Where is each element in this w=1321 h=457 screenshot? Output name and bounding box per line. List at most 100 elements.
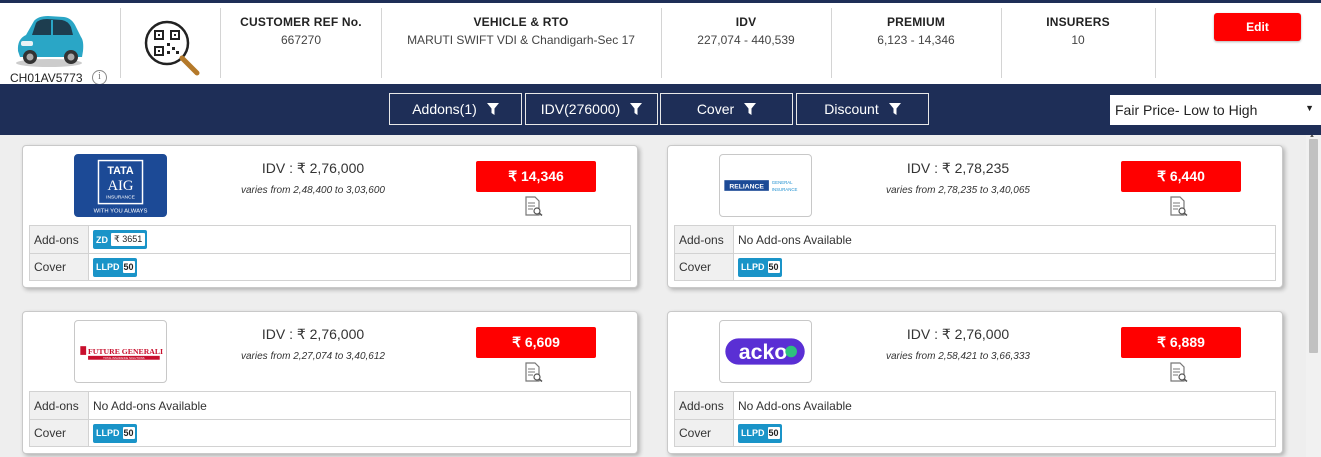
quote-idv: IDV : ₹ 2,76,000 <box>906 326 1010 342</box>
buy-premium-button[interactable]: ₹ 6,609 <box>476 327 596 358</box>
quote-summary-header: CH01AV5773 i CUSTOMER REF No. 667270 VEH… <box>0 3 1321 85</box>
vehicle-card: CH01AV5773 i <box>6 9 114 85</box>
insurers-count: 10 <box>1071 33 1085 47</box>
cover-row: Cover LLPD 50 <box>675 419 1275 446</box>
cover-row-value: LLPD 50 <box>89 254 630 280</box>
addons-row: Add-ons No Add-ons Available <box>675 226 1275 253</box>
quote-card: TATA AIG INSURANCE WITH YOU ALWAYS IDV :… <box>22 145 638 288</box>
logo-text-aig: AIG <box>107 178 133 194</box>
logo-text-insurance: INSURANCE <box>772 187 798 192</box>
filter-icon <box>888 103 901 115</box>
info-icon[interactable]: i <box>92 70 107 85</box>
cover-row: Cover LLPD 50 <box>30 253 630 280</box>
idv-range: 227,074 - 440,539 <box>697 33 795 47</box>
logo-text-future-generali: FUTURE GENERALI <box>88 347 163 356</box>
cover-filter-label: Cover <box>696 101 735 117</box>
buy-premium-button[interactable]: ₹ 6,889 <box>1121 327 1241 358</box>
cover-code: LLPD <box>96 262 120 272</box>
divider <box>1155 8 1156 78</box>
cover-amount: 50 <box>122 427 135 439</box>
cover-tag[interactable]: LLPD 50 <box>738 423 782 443</box>
cover-row-label: Cover <box>675 420 734 446</box>
cover-row: Cover LLPD 50 <box>30 419 630 446</box>
customer-ref-label: CUSTOMER REF No. <box>240 15 362 29</box>
divider <box>120 8 121 78</box>
discount-filter-button[interactable]: Discount <box>796 93 929 125</box>
filter-icon <box>744 103 757 115</box>
cover-tag[interactable]: LLPD 50 <box>93 423 137 443</box>
addons-row: Add-ons No Add-ons Available <box>30 392 630 419</box>
quote-details-table: Add-ons ZD ₹ 3651 Cover LLPD 50 <box>29 225 631 281</box>
idv-column: IDV 227,074 - 440,539 <box>662 15 830 47</box>
cover-code: LLPD <box>741 428 765 438</box>
addons-row: Add-ons No Add-ons Available <box>675 392 1275 419</box>
addons-filter-button[interactable]: Addons(1) <box>389 93 522 125</box>
cover-row-value: LLPD 50 <box>734 254 1275 280</box>
logo-text-tagline: WITH YOU ALWAYS <box>94 208 148 214</box>
customer-ref-value: 667270 <box>280 33 322 47</box>
reliance-logo: RELIANCE GENERAL INSURANCE <box>719 154 812 217</box>
registration-number: CH01AV5773 <box>10 71 83 85</box>
cover-row-label: Cover <box>675 254 734 280</box>
logo-text-tata: TATA <box>107 165 134 177</box>
cover-tag[interactable]: LLPD 50 <box>93 257 137 277</box>
quote-idv-range: varies from 2,27,074 to 3,40,612 <box>241 351 385 362</box>
vehicle-rto-value: MARUTI SWIFT VDI & Chandigarh-Sec 17 <box>407 33 635 47</box>
idv-label: IDV <box>735 15 757 29</box>
cover-row-label: Cover <box>30 420 89 446</box>
cover-tag[interactable]: LLPD 50 <box>738 257 782 277</box>
divider <box>220 8 221 78</box>
cover-row-value: LLPD 50 <box>89 420 630 446</box>
policy-document-icon[interactable] <box>523 362 543 382</box>
idv-filter-button[interactable]: IDV(276000) <box>525 93 658 125</box>
cover-amount: 50 <box>767 261 780 273</box>
customer-ref-column: CUSTOMER REF No. 667270 <box>222 15 380 47</box>
buy-premium-button[interactable]: ₹ 14,346 <box>476 161 596 192</box>
quote-idv-range: varies from 2,78,235 to 3,40,065 <box>886 185 1030 196</box>
future-generali-logo: FUTURE GENERALI TOTAL INSURANCE SOLUTION… <box>74 320 167 383</box>
addons-row-label: Add-ons <box>30 226 89 253</box>
buy-premium-button[interactable]: ₹ 6,440 <box>1121 161 1241 192</box>
addons-row-value: No Add-ons Available <box>738 232 852 247</box>
sort-select[interactable]: Fair Price- Low to High ▼ <box>1110 95 1321 125</box>
policy-document-icon[interactable] <box>523 196 543 216</box>
logo-text-general: GENERAL <box>772 180 793 185</box>
quote-details-table: Add-ons No Add-ons Available Cover LLPD … <box>29 391 631 447</box>
quote-card: FUTURE GENERALI TOTAL INSURANCE SOLUTION… <box>22 311 638 454</box>
scrollbar-thumb[interactable] <box>1309 139 1318 353</box>
logo-text-reliance: RELIANCE <box>729 183 764 190</box>
addons-row-value: ZD ₹ 3651 <box>89 226 630 253</box>
quotes-list: TATA AIG INSURANCE WITH YOU ALWAYS IDV :… <box>0 135 1321 457</box>
filter-icon <box>486 103 499 115</box>
edit-button[interactable]: Edit <box>1214 13 1301 41</box>
addons-row: Add-ons ZD ₹ 3651 <box>30 226 630 253</box>
logo-text-acko: acko <box>739 340 788 364</box>
premium-label: PREMIUM <box>886 15 946 29</box>
vehicle-rto-column: VEHICLE & RTO MARUTI SWIFT VDI & Chandig… <box>382 15 660 47</box>
addons-row-label: Add-ons <box>30 392 89 419</box>
cover-amount: 50 <box>122 261 135 273</box>
vertical-scrollbar[interactable]: ▲ <box>1306 135 1321 457</box>
policy-document-icon[interactable] <box>1168 196 1188 216</box>
dropdown-arrow-icon: ▼ <box>1305 103 1314 113</box>
quote-card: RELIANCE GENERAL INSURANCE IDV : ₹ 2,78,… <box>667 145 1283 288</box>
logo-text-tagline: TOTAL INSURANCE SOLUTIONS <box>103 356 145 360</box>
filter-bar: Addons(1) IDV(276000) Cover Discount Fai… <box>0 84 1321 135</box>
cover-amount: 50 <box>767 427 780 439</box>
addons-row-value: No Add-ons Available <box>93 398 207 413</box>
quote-card: acko IDV : ₹ 2,76,000 varies from 2,58,4… <box>667 311 1283 454</box>
cover-code: LLPD <box>741 262 765 272</box>
cover-code: LLPD <box>96 428 120 438</box>
tata-aig-logo: TATA AIG INSURANCE WITH YOU ALWAYS <box>74 154 167 217</box>
premium-range: 6,123 - 14,346 <box>877 33 955 47</box>
quote-idv: IDV : ₹ 2,76,000 <box>261 326 365 342</box>
acko-logo: acko <box>719 320 812 383</box>
policy-document-icon[interactable] <box>1168 362 1188 382</box>
cover-filter-button[interactable]: Cover <box>660 93 793 125</box>
quote-idv-range: varies from 2,48,400 to 3,03,600 <box>241 185 385 196</box>
qr-scan-icon[interactable] <box>143 19 201 77</box>
cover-row-label: Cover <box>30 254 89 280</box>
addon-amount: ₹ 3651 <box>111 233 146 246</box>
quote-details-table: Add-ons No Add-ons Available Cover LLPD … <box>674 391 1276 447</box>
addon-tag[interactable]: ZD ₹ 3651 <box>93 230 148 249</box>
